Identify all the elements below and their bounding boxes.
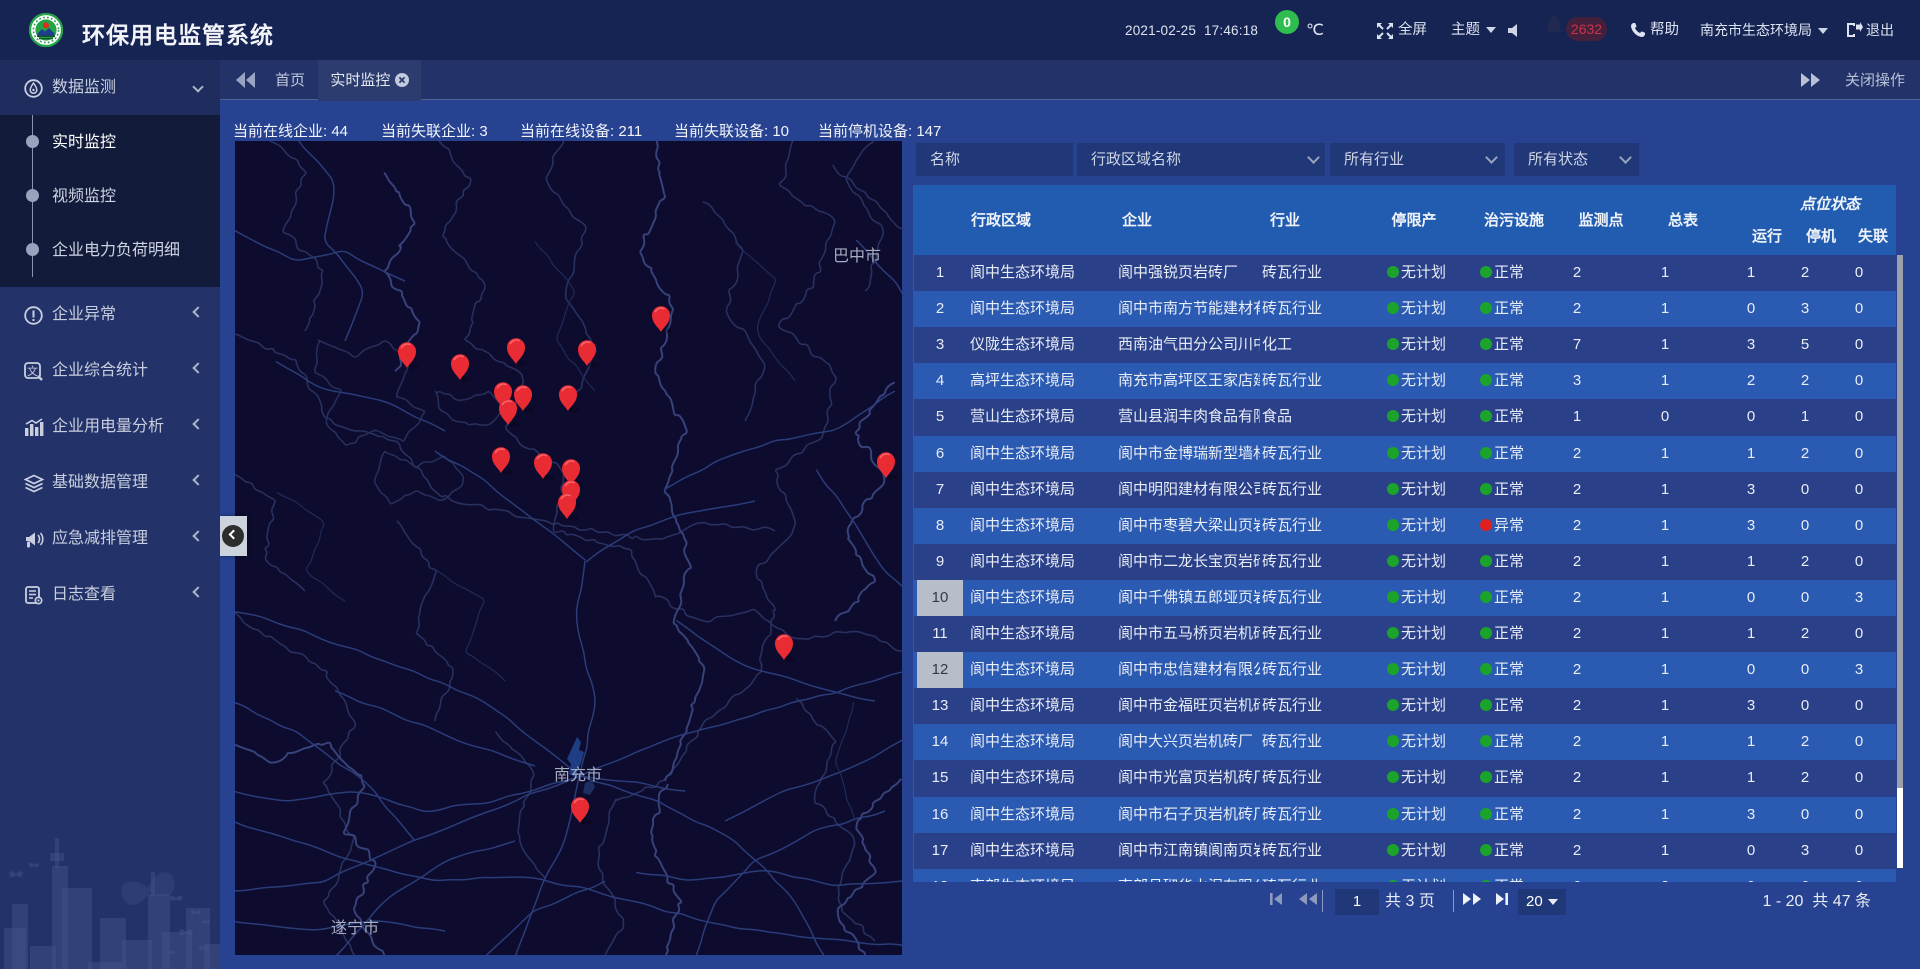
svg-text:南充市: 南充市	[554, 766, 602, 784]
svg-text:遂宁市: 遂宁市	[331, 919, 379, 937]
svg-text:文: 文	[27, 364, 38, 378]
svg-text:巴中市: 巴中市	[833, 247, 881, 265]
